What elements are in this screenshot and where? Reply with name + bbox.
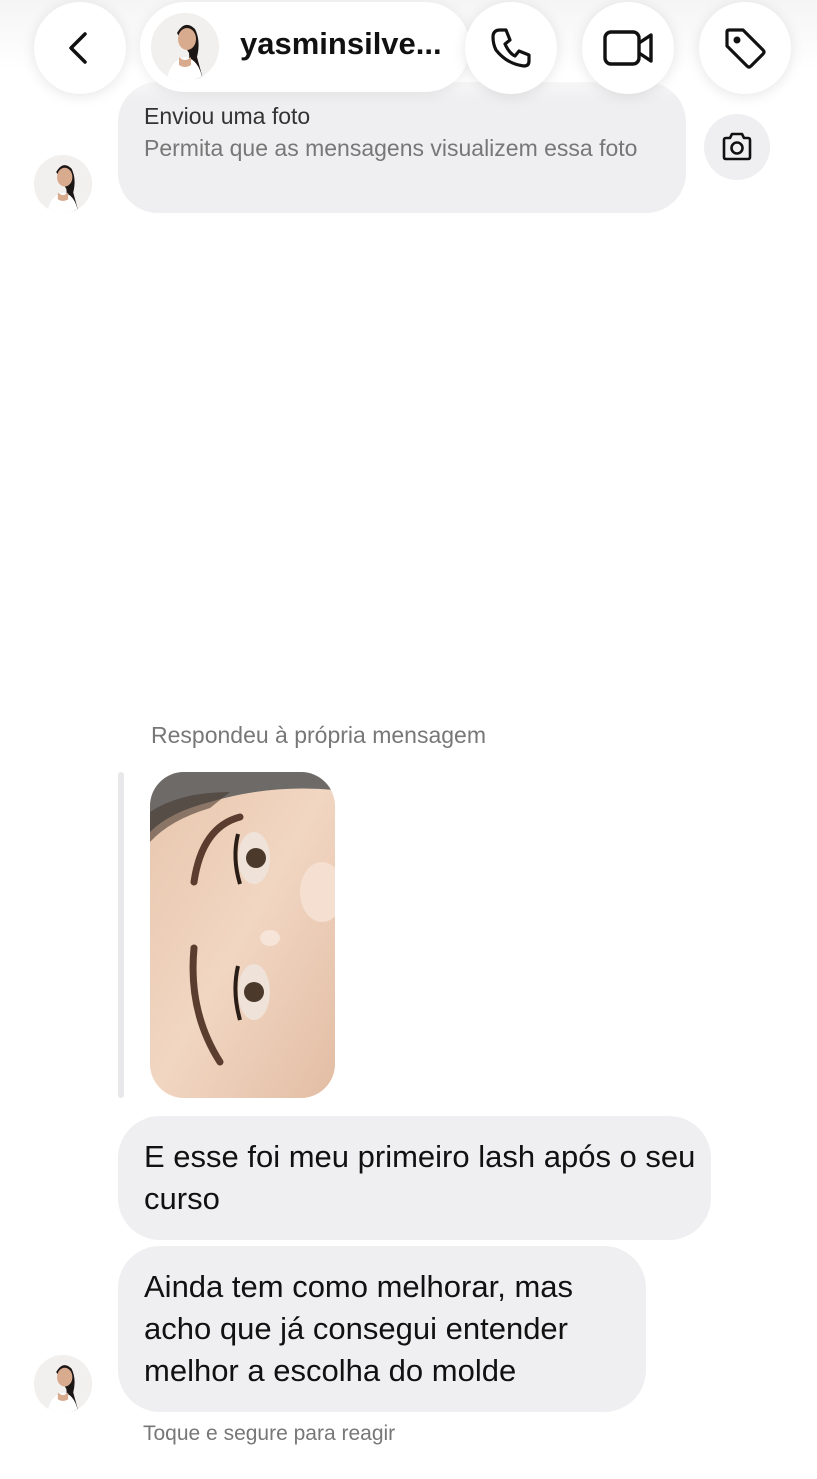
tag-icon (725, 28, 766, 69)
camera-icon (722, 132, 752, 161)
reply-indicator-bar (118, 772, 124, 1098)
avatar-image (151, 13, 219, 81)
replied-photo[interactable] (150, 772, 335, 1098)
reaction-hint: Toque e segure para reagir (143, 1422, 396, 1445)
sender-avatar[interactable] (34, 155, 92, 213)
message-text: Ainda tem como melhorar, mas acho que já… (144, 1269, 574, 1388)
call-button[interactable] (465, 2, 557, 94)
profile-header[interactable]: yasminsilve... (140, 2, 470, 92)
phone-icon (491, 28, 531, 68)
sender-avatar[interactable] (34, 1355, 92, 1413)
message-bubble[interactable]: Ainda tem como melhorar, mas acho que já… (118, 1246, 646, 1412)
avatar-image (34, 1355, 92, 1413)
view-photo-button[interactable] (704, 114, 770, 180)
back-button[interactable] (34, 2, 126, 94)
chat-screen: yasminsilve... Enviou uma foto Permita q… (0, 0, 817, 1479)
message-bubble[interactable]: E esse foi meu primeiro lash após o seu … (118, 1116, 711, 1240)
lash-photo-image (150, 772, 335, 1098)
video-camera-icon (603, 30, 653, 66)
avatar[interactable] (151, 13, 219, 81)
video-call-button[interactable] (582, 2, 674, 94)
username[interactable]: yasminsilve... (240, 26, 462, 62)
photo-message-card[interactable]: Enviou uma foto Permita que as mensagens… (118, 82, 686, 213)
photo-card-subtitle: Permita que as mensagens visualizem essa… (144, 135, 638, 161)
photo-card-title: Enviou uma foto (144, 103, 311, 129)
tag-button[interactable] (699, 2, 791, 94)
message-text: E esse foi meu primeiro lash após o seu … (144, 1139, 696, 1216)
avatar-image (34, 155, 92, 213)
chevron-left-icon (69, 32, 87, 64)
reply-label: Respondeu à própria mensagem (151, 722, 486, 748)
